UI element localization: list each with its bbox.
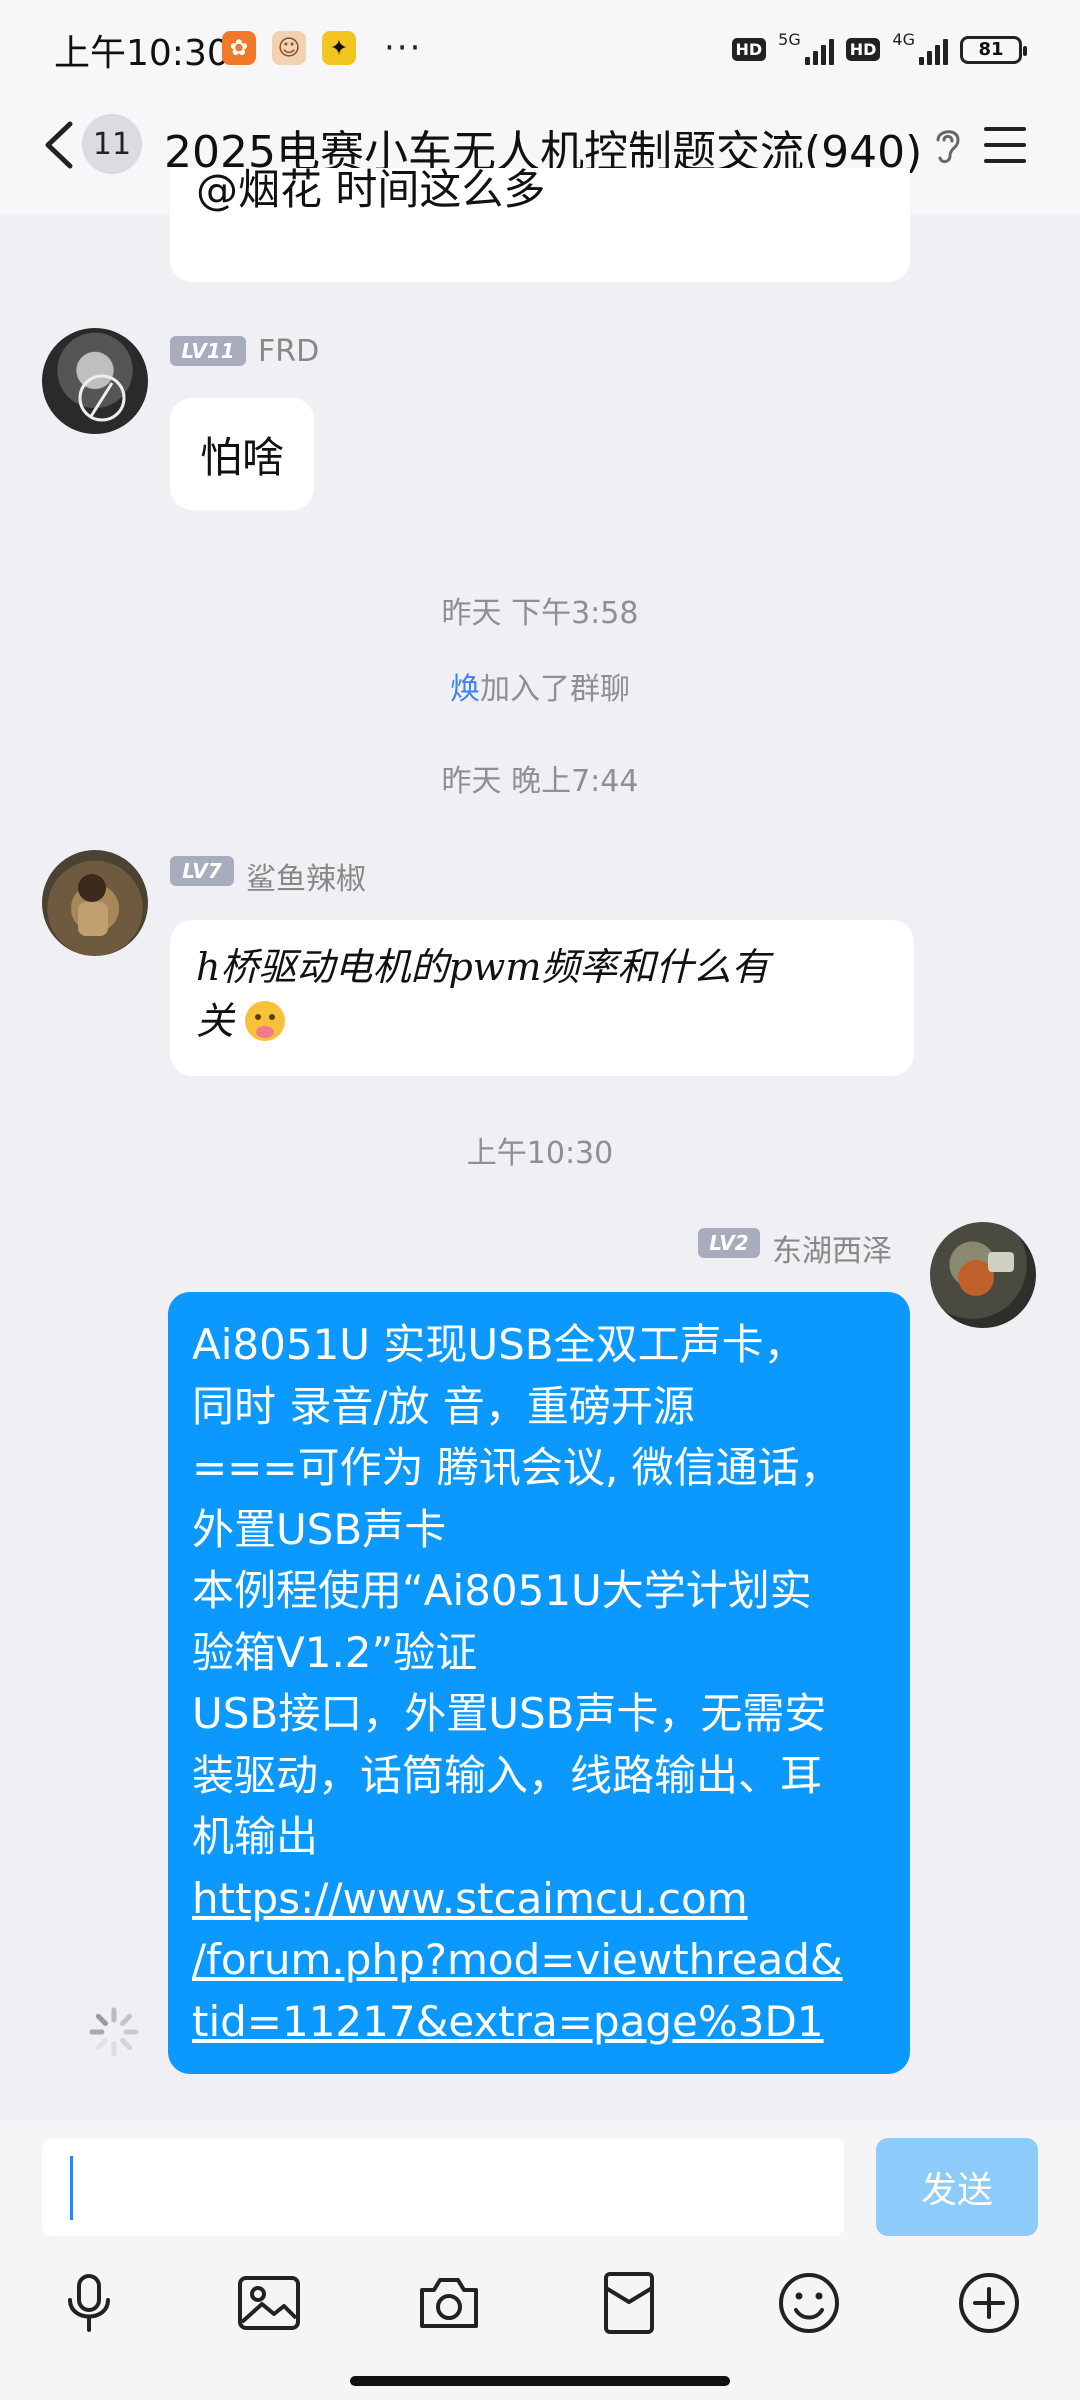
ear-icon[interactable] xyxy=(930,124,966,168)
join-notice-text: 加入了群聊 xyxy=(480,672,630,707)
loading-spinner-icon xyxy=(89,2007,139,2057)
message-text-line: 装驱动，话筒输入，线路输出、耳 xyxy=(192,1750,823,1800)
emoji-icon xyxy=(245,1001,286,1041)
partial-message-text: @烟花 时间这么多 xyxy=(196,168,546,214)
battery-level: 81 xyxy=(978,39,1004,60)
avatar-shayulajiao[interactable] xyxy=(42,850,148,956)
message-text-line: Ai8051U 实现USB全双工声卡， xyxy=(192,1320,806,1369)
red-packet-icon[interactable] xyxy=(596,2270,662,2336)
message-text-line: 关 xyxy=(196,999,235,1043)
sender-name[interactable]: 东湖西泽 xyxy=(772,1226,892,1270)
message-text-line: 外置USB声卡 xyxy=(192,1504,447,1554)
avatar-frd-image xyxy=(78,374,126,422)
plus-icon[interactable] xyxy=(956,2270,1022,2336)
emoji-icon[interactable] xyxy=(776,2270,842,2336)
message-link[interactable]: /forum.php?mod=viewthread& xyxy=(192,1929,886,1991)
message-text-line: 机输出 xyxy=(192,1812,319,1861)
more-notifications-icon: ··· xyxy=(384,28,423,68)
hd-badge: HD xyxy=(731,38,767,61)
network-label-5g: 5G xyxy=(778,30,801,49)
message-input[interactable] xyxy=(42,2138,844,2236)
avatar-donghuxize-image xyxy=(958,1252,1014,1296)
unread-count-badge[interactable]: 11 xyxy=(82,114,142,174)
send-button[interactable]: 发送 xyxy=(876,2138,1038,2236)
back-arrow-icon[interactable] xyxy=(40,120,80,170)
sender-name[interactable]: 鲨鱼辣椒 xyxy=(246,854,366,898)
signal-icon xyxy=(804,35,834,65)
level-badge: LV2 xyxy=(698,1228,760,1258)
message-link[interactable]: https://www.stcaimcu.com xyxy=(192,1868,886,1930)
message-text-line: 本例程使用“Ai8051U大学计划实 xyxy=(192,1566,812,1615)
network-label-4g: 4G xyxy=(892,30,915,49)
hd-badge-2: HD xyxy=(845,38,881,61)
message-link[interactable]: tid=11217&extra=page%3D1 xyxy=(192,1991,886,2053)
cat-app-icon: ✦ xyxy=(322,31,356,65)
status-bar: 上午10:30 ✿ ☺ ✦ ··· HD 5G HD 4G 81 xyxy=(0,0,1080,96)
message-text: 怕啥 xyxy=(199,432,284,482)
message-text-line: ===可作为 腾讯会议, 微信通话， xyxy=(192,1443,842,1492)
app-notification-icon: ✿ xyxy=(222,31,256,65)
timestamp: 昨天 下午3:58 xyxy=(441,596,639,631)
message-bubble[interactable]: 怕啥 xyxy=(170,398,314,510)
level-badge: LV7 xyxy=(170,856,234,886)
avatar-donghuxize[interactable] xyxy=(930,1222,1036,1328)
timestamp: 昨天 晚上7:44 xyxy=(441,764,639,799)
signal-icon-2 xyxy=(919,35,948,65)
message-bubble-self[interactable]: Ai8051U 实现USB全双工声卡， 同时 录音/放 音，重磅开源 ===可作… xyxy=(168,1292,910,2074)
joined-member-name[interactable]: 焕 xyxy=(450,672,480,707)
avatar-shayulajiao-image xyxy=(78,874,108,936)
timestamp: 上午10:30 xyxy=(466,1136,614,1171)
message-text-line: 同时 录音/放 音，重磅开源 xyxy=(192,1381,695,1431)
monkey-app-icon: ☺ xyxy=(272,31,306,65)
join-notice: 焕加入了群聊 xyxy=(0,664,1080,708)
status-time: 上午10:30 xyxy=(54,33,230,74)
image-icon[interactable] xyxy=(236,2270,302,2336)
text-cursor xyxy=(70,2156,73,2220)
menu-icon[interactable] xyxy=(982,124,1028,166)
message-bubble[interactable]: h桥驱动电机的pwm频率和什么有 关 xyxy=(170,920,914,1076)
message-text-line-2: 关 xyxy=(196,994,914,1048)
message-text-line: USB接口，外置USB声卡，无需安 xyxy=(192,1689,827,1738)
message-text-line: h桥驱动电机的pwm频率和什么有 xyxy=(196,945,770,989)
partial-message-bubble[interactable]: @烟花 时间这么多 xyxy=(170,168,910,282)
status-indicators: HD 5G HD 4G 81 xyxy=(731,30,1027,69)
camera-icon[interactable] xyxy=(416,2270,482,2336)
microphone-icon[interactable] xyxy=(56,2270,122,2336)
battery-icon: 81 xyxy=(960,35,1027,64)
status-app-icons: ✿ ☺ ✦ ··· xyxy=(222,28,422,68)
message-text-line: 验箱V1.2”验证 xyxy=(192,1627,478,1677)
home-indicator[interactable] xyxy=(350,2376,730,2386)
sender-name[interactable]: FRD xyxy=(258,334,319,369)
avatar-frd[interactable] xyxy=(42,328,148,434)
level-badge: LV11 xyxy=(170,336,246,366)
